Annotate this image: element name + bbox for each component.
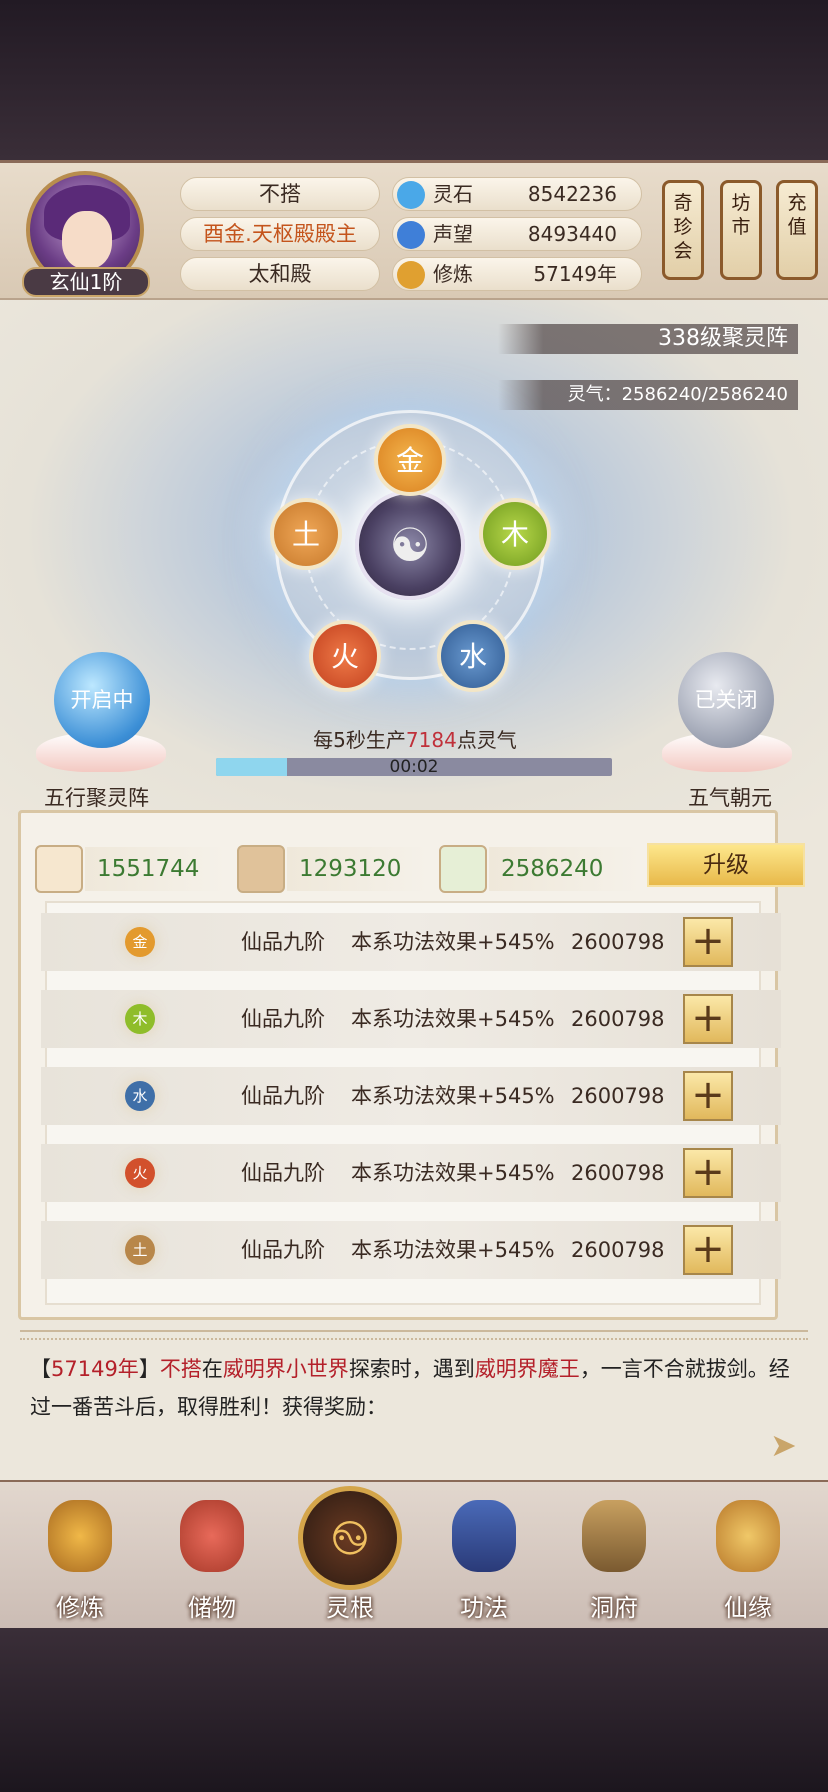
taiji-icon[interactable]: ☯ [355, 490, 465, 600]
upgrade-button[interactable]: 升级 [647, 843, 805, 887]
element-wood-orb[interactable]: 木 [479, 498, 551, 570]
nav-cave[interactable]: 洞府 [564, 1492, 664, 1622]
cave-building-icon [582, 1500, 646, 1572]
element-earth-orb[interactable]: 土 [270, 498, 342, 570]
production-timer: 00:02 [389, 758, 439, 776]
nav-fate[interactable]: 仙缘 [698, 1492, 798, 1622]
player-title: 酉金.天枢殿殿主 [180, 217, 380, 251]
gourd-icon [716, 1500, 780, 1572]
element-row: 水 仙品九阶 本系功法效果+545% 2600798 + [41, 1067, 781, 1125]
element-row: 火 仙品九阶 本系功法效果+545% 2600798 + [41, 1144, 781, 1202]
spirit-stone-icon [397, 181, 425, 209]
material-value-1: 1551744 [85, 847, 225, 891]
element-row: 木 仙品九阶 本系功法效果+545% 2600798 + [41, 990, 781, 1048]
array-level-banner: 338级聚灵阵 [498, 324, 798, 354]
scroll-book-icon [35, 845, 83, 893]
add-earth-button[interactable]: + [683, 1225, 733, 1275]
player-name: 不搭 [180, 177, 380, 211]
element-row: 土 仙品九阶 本系功法效果+545% 2600798 + [41, 1221, 781, 1279]
element-fire-orb[interactable]: 火 [309, 620, 381, 692]
add-metal-button[interactable]: + [683, 917, 733, 967]
recharge-scroll-button[interactable]: 充值 [776, 180, 818, 280]
prestige-resource: 声望 8493440 [392, 217, 642, 251]
spirit-stone-resource: 灵石 8542236 [392, 177, 642, 211]
event-log-text: 【57149年】不搭在威明界小世界探索时，遇到威明界魔王，一言不合就拔剑。经过一… [30, 1357, 790, 1419]
production-progress-bar: 00:02 [216, 758, 612, 776]
wood-log-icon [237, 845, 285, 893]
realm-rank-badge: 玄仙1阶 [22, 267, 150, 297]
five-element-array-toggle[interactable]: 开启中 [54, 652, 150, 748]
nav-storage[interactable]: 储物 [162, 1492, 262, 1622]
metal-element-icon: 金 [125, 927, 155, 957]
nav-spirit-root[interactable]: ࿊ 灵根 [298, 1486, 402, 1622]
cultivator-icon [48, 1500, 112, 1572]
player-hall: 太和殿 [180, 257, 380, 291]
qi-capacity-banner: 灵气：2586240/2586240 [498, 380, 798, 410]
nav-skills[interactable]: 功法 [434, 1492, 534, 1622]
wood-element-icon: 木 [125, 1004, 155, 1034]
add-fire-button[interactable]: + [683, 1148, 733, 1198]
nav-cultivate[interactable]: 修炼 [30, 1492, 130, 1622]
add-wood-button[interactable]: + [683, 994, 733, 1044]
main-content: 338级聚灵阵 灵气：2586240/2586240 ☯ 金 木 水 火 土 开… [0, 300, 828, 1480]
earth-element-icon: 土 [125, 1235, 155, 1265]
prestige-icon [397, 221, 425, 249]
log-divider [20, 1330, 808, 1340]
five-qi-caption: 五气朝元 [688, 786, 772, 810]
five-qi-toggle[interactable]: 已关闭 [678, 652, 774, 748]
material-value-2: 1293120 [287, 847, 427, 891]
spirit-root-panel: 1551744 1293120 2586240 升级 金 仙品九阶 本系功法效果… [18, 810, 805, 1320]
element-row: 金 仙品九阶 本系功法效果+545% 2600798 + [41, 913, 781, 971]
bottom-nav: 修炼 储物 ࿊ 灵根 功法 洞府 仙缘 [0, 1480, 828, 1630]
element-metal-orb[interactable]: 金 [374, 424, 446, 496]
production-rate-text: 每5秒生产7184点灵气 [313, 728, 517, 752]
top-letterbox [0, 0, 828, 160]
cultivation-icon [397, 261, 425, 289]
add-water-button[interactable]: + [683, 1071, 733, 1121]
treasure-fair-scroll-button[interactable]: 奇珍会 [662, 180, 704, 280]
fire-element-icon: 火 [125, 1158, 155, 1188]
water-element-icon: 水 [125, 1081, 155, 1111]
five-element-array-caption: 五行聚灵阵 [44, 786, 149, 810]
bottom-letterbox [0, 1628, 828, 1792]
bag-icon [180, 1500, 244, 1572]
skill-book-icon [452, 1500, 516, 1572]
cultivation-resource: 修炼 57149年 [392, 257, 642, 291]
material-value-3: 2586240 [489, 847, 639, 891]
log-next-arrow-icon[interactable]: ➤ [770, 1426, 797, 1464]
market-scroll-button[interactable]: 坊市 [720, 180, 762, 280]
element-water-orb[interactable]: 水 [437, 620, 509, 692]
spirit-root-emblem-icon: ࿊ [298, 1486, 402, 1590]
herb-icon [439, 845, 487, 893]
